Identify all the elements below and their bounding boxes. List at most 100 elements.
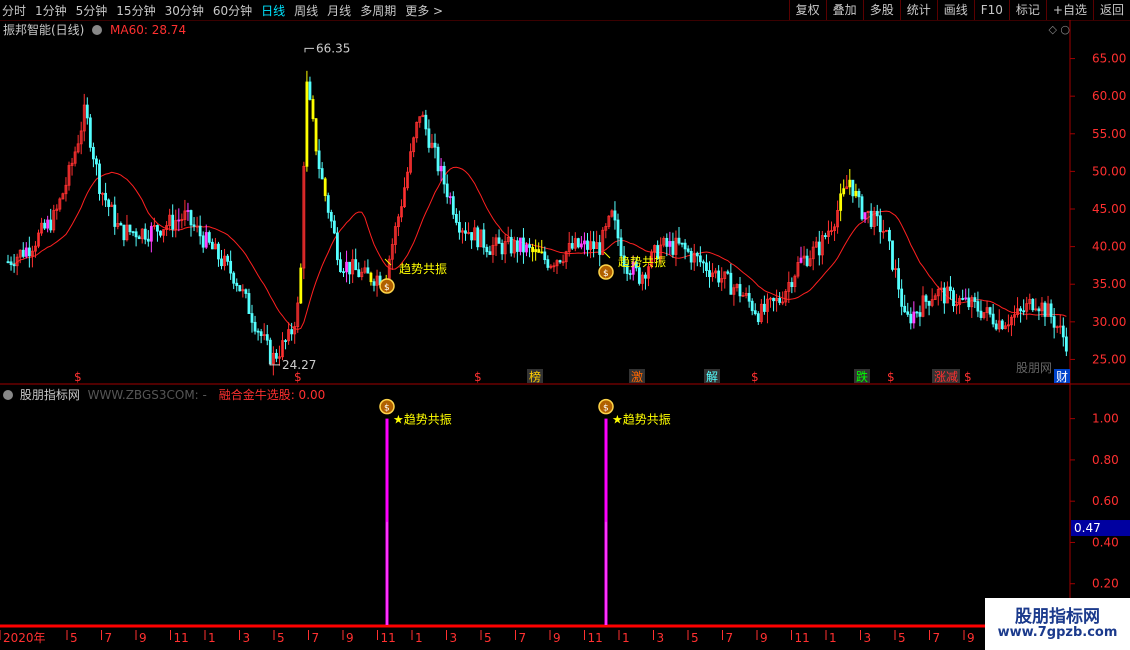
candle-body [1064, 336, 1068, 352]
candle-body [247, 293, 251, 314]
x-tick-label: 5 [70, 631, 78, 645]
candle-body [9, 261, 13, 265]
candle-body [817, 241, 821, 256]
candle-body [888, 229, 891, 242]
event-badge: $ [294, 370, 302, 384]
candle-body [326, 195, 330, 213]
candle-body [897, 268, 900, 290]
x-tick-label: 9 [139, 631, 147, 645]
candle-body [522, 237, 525, 253]
candle-body [317, 150, 321, 169]
candle-body [717, 270, 721, 283]
candle-body [229, 260, 233, 274]
candle-body [107, 199, 111, 207]
x-tick-label: 9 [967, 631, 975, 645]
candle-body [485, 246, 489, 253]
event-badge: $ [887, 370, 895, 384]
candle-body [146, 238, 150, 242]
x-tick-label: 3 [864, 631, 872, 645]
candle-body [1022, 310, 1026, 313]
candle-body [558, 260, 562, 263]
indicator-tick-label: 0.20 [1092, 577, 1119, 591]
candle-body [424, 114, 428, 130]
candle-body [177, 219, 181, 222]
candle-body [683, 242, 687, 250]
candle-body [747, 293, 751, 302]
candle-body [226, 255, 230, 262]
candle-body [924, 295, 928, 302]
candle-body [772, 297, 775, 302]
candle-body [220, 258, 223, 267]
x-tick-label: 9 [760, 631, 768, 645]
candle-body [201, 235, 205, 248]
price-tick-label: 50.00 [1092, 164, 1126, 178]
indicator-tick-label: 0.80 [1092, 453, 1119, 467]
candle-body [628, 273, 632, 275]
candle-body [268, 339, 272, 365]
indicator-money-symbol: $ [384, 404, 390, 414]
price-tick-label: 65.00 [1092, 52, 1126, 66]
candle-body [1019, 308, 1022, 312]
candle-body [952, 290, 955, 307]
candle-body [131, 231, 135, 234]
candle-body [531, 247, 534, 253]
candle-body [637, 267, 641, 284]
candle-body [457, 222, 461, 233]
candle-body [616, 219, 620, 239]
candle-body [232, 272, 236, 284]
candle-body [323, 178, 327, 196]
candle-body [790, 282, 794, 288]
candle-body [1061, 325, 1065, 338]
candle-body [314, 118, 318, 152]
candle-body [677, 237, 681, 244]
indicator-tick-label: 0.60 [1092, 494, 1119, 508]
candle-body [824, 235, 827, 237]
event-badge: 跌 [856, 369, 868, 384]
candle-body [156, 225, 159, 232]
indicator-signal-label: ★趋势共振 [612, 413, 671, 427]
x-tick-label: 5 [691, 631, 699, 645]
candle-body [451, 196, 455, 215]
candle-body [210, 241, 214, 250]
event-badge: 榜 [529, 369, 541, 384]
candle-body [863, 212, 867, 220]
candle-body [345, 261, 348, 273]
candle-body [259, 331, 263, 336]
price-tick-label: 30.00 [1092, 315, 1126, 329]
candle-body [900, 288, 904, 307]
candle-body [967, 297, 971, 308]
candle-body [119, 223, 123, 226]
candle-body [464, 230, 467, 234]
x-tick-label: 1 [208, 631, 216, 645]
candle-body [143, 228, 147, 240]
x-tick-label: 9 [346, 631, 354, 645]
candle-body [705, 262, 708, 271]
candle-body [906, 311, 910, 315]
candle-body [204, 232, 208, 248]
x-tick-label: 7 [933, 631, 941, 645]
candle-body [915, 311, 919, 314]
candle-body [98, 163, 101, 194]
candle-body [546, 259, 550, 268]
candle-body [988, 307, 992, 315]
candle-body [329, 211, 333, 222]
candle-body [369, 272, 373, 283]
x-tick-label: 2020年 [3, 631, 46, 645]
event-badge: $ [751, 370, 759, 384]
candle-body [842, 188, 846, 195]
candle-body [470, 232, 474, 241]
candle-body [476, 227, 480, 248]
x-tick-label: 5 [898, 631, 906, 645]
event-badge: 涨减 [934, 369, 958, 384]
candle-body [49, 219, 53, 231]
indicator-money-symbol: $ [603, 404, 609, 414]
candle-body [46, 219, 50, 229]
candle-body [878, 215, 882, 233]
kline-chart[interactable]: 65.00 60.00 55.00 50.00 45.00 40.00 35.00 30.00… [0, 0, 1130, 650]
candle-body [540, 251, 544, 254]
signal-label: 趋势共振 [618, 255, 666, 269]
candle-body [519, 237, 522, 252]
candle-body [763, 303, 766, 312]
candle-body [570, 243, 574, 249]
candle-body [964, 297, 968, 300]
